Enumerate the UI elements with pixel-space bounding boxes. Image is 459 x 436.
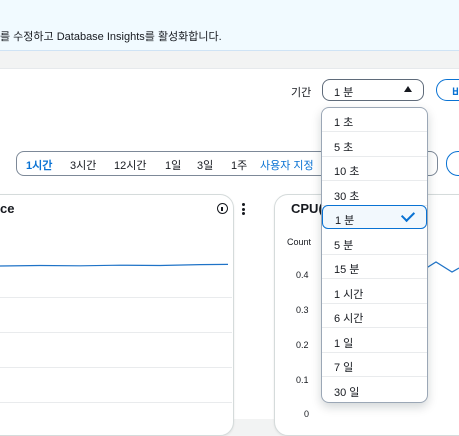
period-option[interactable]: 5 분	[322, 231, 427, 255]
y-tick: 0.1	[296, 375, 309, 385]
y-axis-label: Count	[287, 237, 312, 247]
period-option[interactable]: 6 시간	[322, 304, 427, 328]
range-1h[interactable]: 1시간	[26, 157, 52, 173]
period-dropdown-menu: 1 초 5 초 10 초 30 초 1 분 5 분 15 분 1 시간 6 시간…	[321, 107, 428, 403]
range-3d[interactable]: 3일	[197, 157, 213, 173]
gridline	[0, 332, 232, 333]
period-option[interactable]: 1 초	[322, 108, 427, 132]
range-1w[interactable]: 1주	[231, 157, 247, 173]
period-option[interactable]: 7 일	[322, 353, 427, 377]
info-banner: 를 수정하고 Database Insights를 활성화합니다.	[0, 0, 459, 51]
period-select[interactable]: 1 분	[322, 79, 424, 101]
range-12h[interactable]: 12시간	[114, 157, 146, 173]
period-option[interactable]: 15 분	[322, 255, 427, 279]
more-options-icon[interactable]	[242, 203, 245, 215]
gridline	[0, 367, 232, 368]
period-option[interactable]: 30 일	[322, 378, 427, 402]
period-selected-value: 1 분	[334, 87, 354, 99]
checkmark-icon	[400, 207, 416, 223]
view-button[interactable]: 비	[436, 79, 459, 101]
range-custom[interactable]: 사용자 지정	[260, 157, 314, 173]
y-tick: 0.4	[296, 270, 309, 280]
period-label: 기간	[291, 87, 312, 99]
left-card-title: ce	[0, 201, 15, 216]
range-1d[interactable]: 1일	[165, 157, 181, 173]
gridline	[0, 297, 232, 298]
period-option[interactable]: 30 초	[322, 182, 427, 206]
metric-card-left	[0, 194, 234, 436]
period-option-selected[interactable]: 1 분	[322, 205, 427, 229]
info-icon[interactable]	[217, 203, 228, 214]
period-option[interactable]: 5 초	[322, 133, 427, 157]
gridline	[0, 402, 232, 403]
y-tick: 0.3	[296, 305, 309, 315]
caret-up-icon	[404, 86, 412, 92]
banner-text: 를 수정하고 Database Insights를 활성화합니다.	[0, 31, 222, 43]
period-option[interactable]: 1 일	[322, 329, 427, 353]
range-3h[interactable]: 3시간	[70, 157, 96, 173]
left-series-line	[0, 263, 229, 267]
right-card-title: CPU(	[291, 201, 323, 216]
period-option[interactable]: 1 시간	[322, 280, 427, 304]
period-option[interactable]: 10 초	[322, 157, 427, 181]
view-button-label: 비	[452, 87, 459, 99]
y-tick: 0.2	[296, 340, 309, 350]
